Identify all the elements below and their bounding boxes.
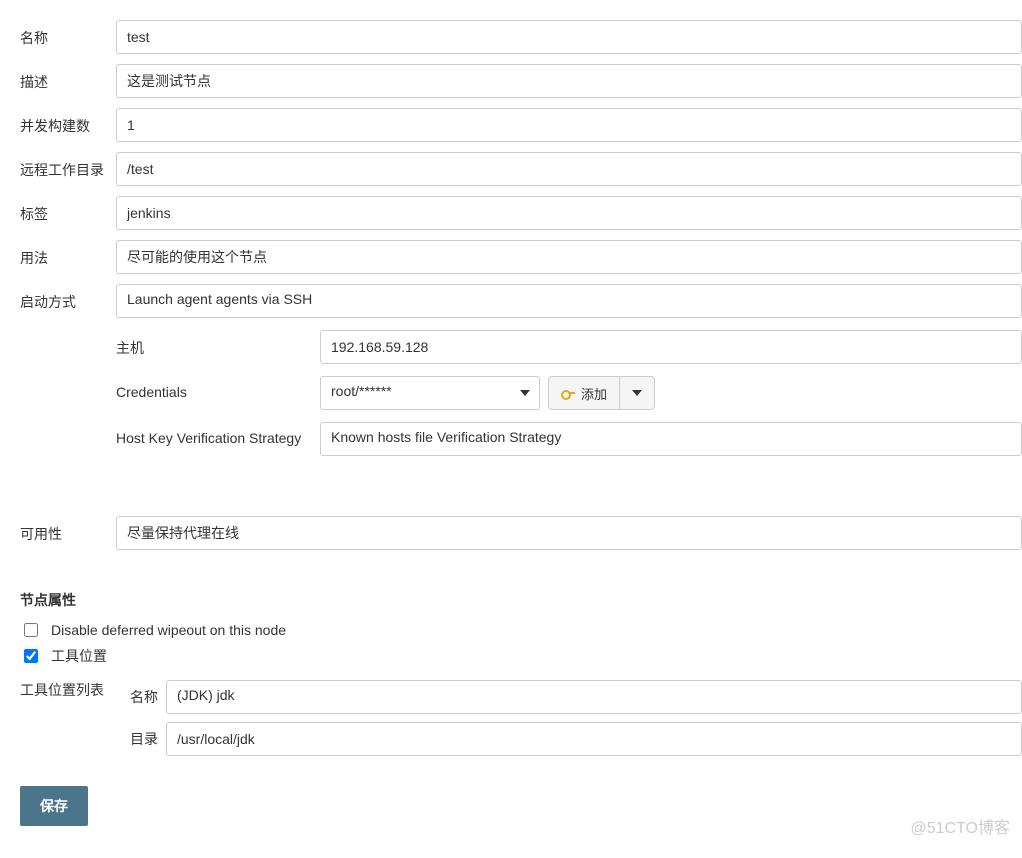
tool-name-label: 名称: [130, 687, 166, 707]
description-label: 描述: [20, 64, 116, 92]
tool-locations-checkbox[interactable]: [24, 649, 38, 663]
remote-dir-input[interactable]: [116, 152, 1022, 186]
add-credentials-button[interactable]: 添加: [548, 376, 619, 410]
add-credentials-dropdown[interactable]: [619, 376, 655, 410]
tool-home-label: 目录: [130, 729, 166, 749]
host-input[interactable]: [320, 330, 1022, 364]
host-label: 主机: [116, 330, 320, 358]
key-icon: [561, 388, 575, 398]
deferred-wipeout-label: Disable deferred wipeout on this node: [51, 622, 286, 638]
tool-name-select[interactable]: (JDK) jdk: [166, 680, 1022, 714]
node-props-title: 节点属性: [20, 590, 1022, 610]
name-input[interactable]: [116, 20, 1022, 54]
credentials-select[interactable]: root/******: [320, 376, 540, 410]
launch-method-select[interactable]: Launch agent agents via SSH: [116, 284, 1022, 318]
deferred-wipeout-checkbox[interactable]: [24, 623, 38, 637]
availability-select[interactable]: 尽量保持代理在线: [116, 516, 1022, 550]
save-button[interactable]: 保存: [20, 786, 88, 826]
description-input[interactable]: [116, 64, 1022, 98]
tool-locations-label: 工具位置: [51, 646, 107, 666]
launch-label: 启动方式: [20, 284, 116, 312]
usage-select[interactable]: 尽可能的使用这个节点: [116, 240, 1022, 274]
labels-input[interactable]: [116, 196, 1022, 230]
credentials-label: Credentials: [116, 376, 320, 400]
remote-dir-label: 远程工作目录: [20, 152, 116, 180]
host-key-label: Host Key Verification Strategy: [116, 422, 320, 446]
usage-label: 用法: [20, 240, 116, 268]
tool-home-input[interactable]: [166, 722, 1022, 756]
labels-label: 标签: [20, 196, 116, 224]
chevron-down-icon: [632, 390, 642, 396]
availability-label: 可用性: [20, 516, 116, 544]
add-credentials-label: 添加: [581, 384, 607, 403]
name-label: 名称: [20, 20, 116, 48]
host-key-select[interactable]: Known hosts file Verification Strategy: [320, 422, 1022, 456]
executors-label: 并发构建数: [20, 108, 116, 136]
executors-input[interactable]: [116, 108, 1022, 142]
tool-list-label: 工具位置列表: [20, 672, 130, 700]
